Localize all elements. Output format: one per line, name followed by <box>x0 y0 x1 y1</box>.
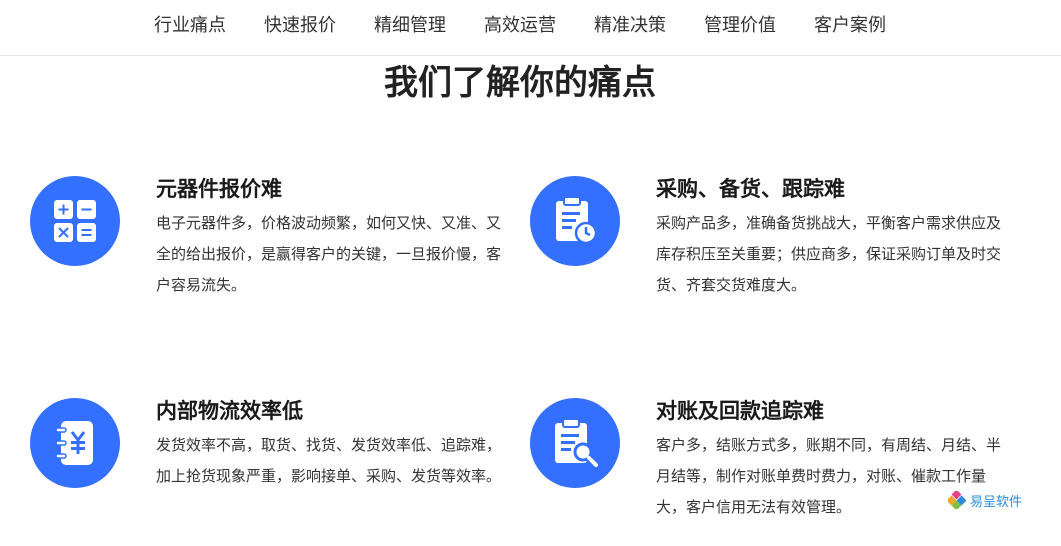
pain-card-purchase: 采购、备货、跟踪难 采购产品多，准确备货挑战大，平衡客户需求供应及库存积压至关重… <box>530 176 1010 316</box>
nav-item-management-value[interactable]: 管理价值 <box>704 15 776 37</box>
watermark-text: 易呈软件 <box>970 494 1023 510</box>
nav-item-quick-quote[interactable]: 快速报价 <box>264 15 336 37</box>
pain-card-logistics: 内部物流效率低 发货效率不高，取货、找货、发货效率低、追踪难，加上抢货现象严重，… <box>30 398 510 538</box>
pain-card-quote: 元器件报价难 电子元器件多，价格波动频繁，如何又快、又准、又全的给出报价，是赢得… <box>30 176 510 316</box>
card-title: 内部物流效率低 <box>156 399 303 423</box>
card-description: 电子元器件多，价格波动频繁，如何又快、又准、又全的给出报价，是赢得客户的关键，一… <box>156 214 502 294</box>
nav-item-precise-decision[interactable]: 精准决策 <box>594 15 666 37</box>
top-nav: 行业痛点 快速报价 精细管理 高效运营 精准决策 管理价值 客户案例 <box>0 0 1061 56</box>
card-description: 发货效率不高，取货、找货、发货效率低、追踪难，加上抢货现象严重，影响接单、采购、… <box>156 436 502 485</box>
clipboard-clock-icon <box>530 176 620 266</box>
nav-item-customer-cases[interactable]: 客户案例 <box>814 15 886 37</box>
calculator-icon <box>30 176 120 266</box>
page: 行业痛点 快速报价 精细管理 高效运营 精准决策 管理价值 客户案例 我们了解你… <box>0 0 1061 546</box>
pain-card-reconciliation: 对账及回款追踪难 客户多，结账方式多，账期不同，有周结、月结、半月结等，制作对账… <box>530 398 1010 538</box>
card-title: 对账及回款追踪难 <box>656 399 824 423</box>
card-title: 采购、备货、跟踪难 <box>656 177 845 201</box>
nav-item-industry-pain[interactable]: 行业痛点 <box>154 15 226 37</box>
card-description: 采购产品多，准确备货挑战大，平衡客户需求供应及库存积压至关重要；供应商多，保证采… <box>656 214 1002 294</box>
nav-item-fine-management[interactable]: 精细管理 <box>374 15 446 37</box>
section-title: 我们了解你的痛点 <box>384 63 656 103</box>
brand-logo-icon <box>948 491 966 509</box>
watermark: 易呈软件 <box>948 490 1022 510</box>
clipboard-search-icon <box>530 398 620 488</box>
nav-item-efficient-operation[interactable]: 高效运营 <box>484 15 556 37</box>
yen-notebook-icon <box>30 398 120 488</box>
card-title: 元器件报价难 <box>156 177 282 201</box>
